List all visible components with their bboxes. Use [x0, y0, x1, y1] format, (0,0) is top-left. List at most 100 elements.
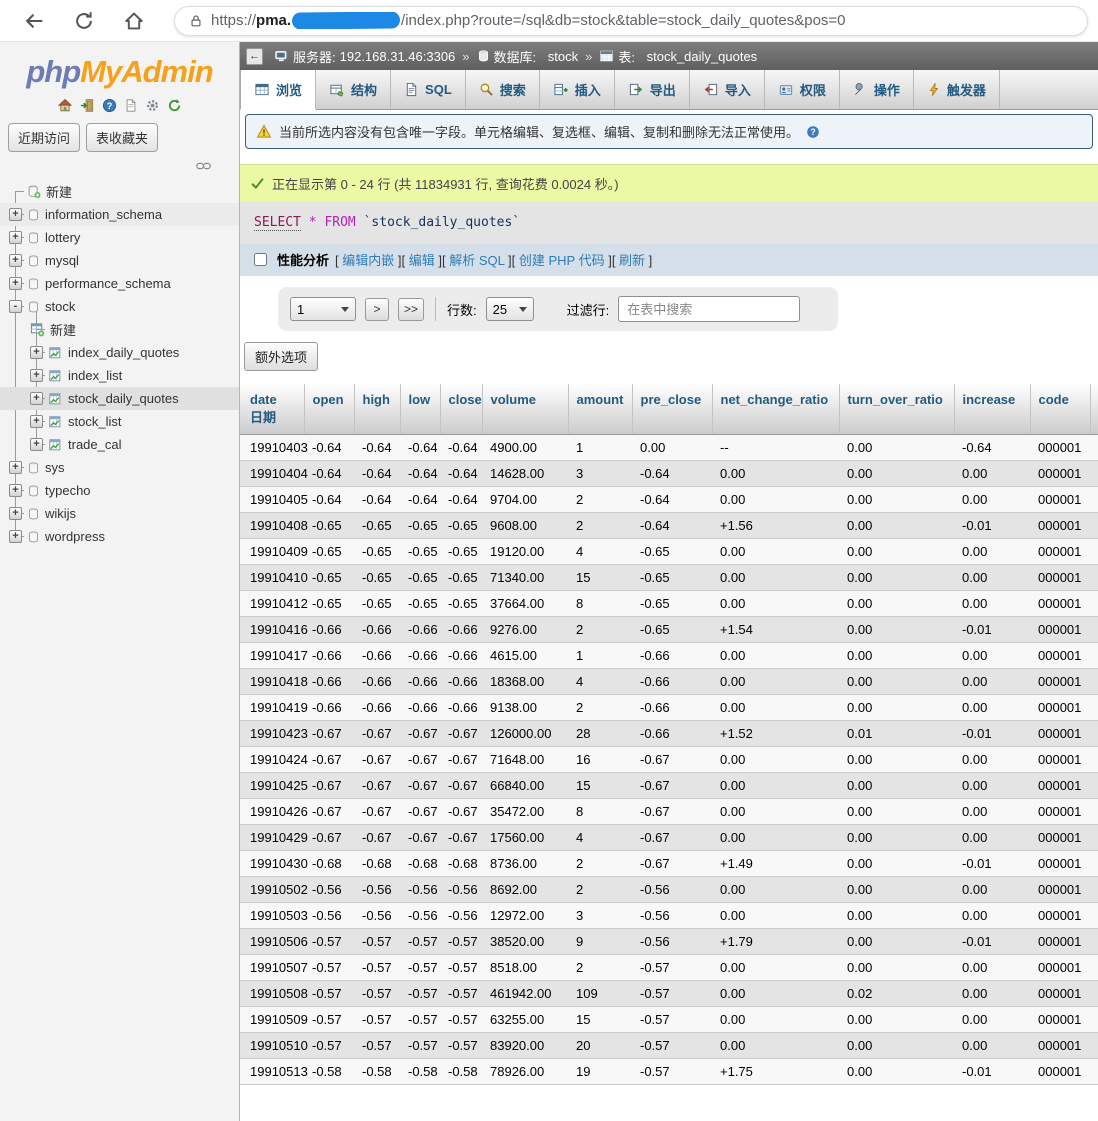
sql-keyword-select[interactable]: SELECT [254, 215, 301, 231]
tree-expander-icon[interactable]: + [30, 346, 43, 359]
query-action-link[interactable]: 编辑 [409, 253, 435, 268]
column-header-turn_over_ratio[interactable]: turn_over_ratio [839, 384, 955, 435]
column-header-amount[interactable]: amount [568, 384, 633, 435]
tree-expander-icon[interactable]: + [9, 507, 22, 520]
table-cell: -0.58 [304, 1058, 354, 1085]
refresh-icon[interactable] [167, 98, 182, 113]
query-action-link[interactable]: 刷新 [619, 253, 645, 268]
query-action-link[interactable]: 解析 SQL [449, 253, 504, 268]
rows-label: 行数: [447, 302, 477, 318]
table-cell: -0.56 [400, 876, 440, 903]
docs-help-icon[interactable]: ? [102, 98, 117, 113]
tab-结构[interactable]: 结构 [316, 70, 392, 109]
column-header-code[interactable]: code [1030, 384, 1091, 435]
column-header-volume[interactable]: volume [482, 384, 569, 435]
table-cell: 19910423 [240, 720, 308, 747]
home-icon[interactable] [57, 98, 73, 113]
tab-插入[interactable]: 插入 [540, 70, 615, 109]
sidebar-item-typecho[interactable]: + typecho [0, 479, 239, 502]
column-header-date[interactable]: date 日期 [240, 384, 305, 435]
favorite-tables-button[interactable]: 表收藏夹 [86, 123, 159, 152]
table-cell: -0.66 [304, 668, 354, 695]
phpmyadmin-logo[interactable]: phpMyAdmin [0, 42, 239, 90]
filter-rows-input[interactable] [618, 296, 801, 322]
sidebar-item-wikijs[interactable]: + wikijs [0, 502, 239, 525]
tree-expander-icon[interactable]: + [9, 231, 22, 244]
tree-expander-icon[interactable]: + [30, 415, 43, 428]
query-action-link[interactable]: 编辑内嵌 [342, 253, 394, 268]
table-cell: 16 [568, 746, 632, 773]
tab-触发器[interactable]: 触发器 [914, 70, 1000, 109]
tab-导出[interactable]: 导出 [615, 70, 690, 109]
table-cell: 000001 [1030, 850, 1090, 877]
tree-expander-icon[interactable]: - [9, 300, 22, 313]
column-header-low[interactable]: low [400, 384, 441, 435]
sidebar-item-新建[interactable]: 新建 [0, 180, 239, 203]
table-cell: -0.64 [440, 486, 482, 513]
help-icon[interactable]: ? [806, 125, 820, 139]
documentation-icon[interactable] [124, 98, 138, 113]
tree-expander-icon[interactable]: + [9, 277, 22, 290]
rows-per-page-select[interactable]: 25 [485, 297, 534, 321]
back-icon[interactable] [22, 9, 46, 33]
profiling-checkbox[interactable] [254, 253, 267, 266]
tree-expander-icon[interactable]: + [30, 369, 43, 382]
table-cell: 19910405 [240, 486, 308, 513]
sidebar-item-performance_schema[interactable]: + performance_schema [0, 272, 239, 295]
sidebar-item-stock[interactable]: - stock [0, 295, 239, 318]
next-page-button[interactable]: > [365, 297, 389, 321]
tab-操作[interactable]: 操作 [840, 70, 914, 109]
tab-SQL[interactable]: SQL [391, 70, 466, 109]
last-page-button[interactable]: >> [398, 297, 425, 321]
table-cell: 19910424 [240, 746, 308, 773]
breadcrumb-database[interactable]: 数据库: stock [477, 47, 578, 66]
sidebar-item-lottery[interactable]: + lottery [0, 226, 239, 249]
column-header-high[interactable]: high [354, 384, 401, 435]
tree-expander-icon[interactable]: + [9, 484, 22, 497]
breadcrumb-server[interactable]: 服务器: 192.168.31.46:3306 [274, 47, 455, 66]
tab-权限[interactable]: 权限 [765, 70, 840, 109]
column-header-increase[interactable]: increase [954, 384, 1031, 435]
query-action-link[interactable]: 创建 PHP 代码 [519, 253, 605, 268]
tree-expander-icon[interactable]: + [30, 438, 43, 451]
column-header-pre_close[interactable]: pre_close [632, 384, 713, 435]
tab-导入[interactable]: 导入 [690, 70, 765, 109]
table-icon [48, 392, 63, 406]
page-select[interactable]: 1 [290, 297, 356, 321]
tab-浏览[interactable]: 浏览 [240, 70, 317, 110]
column-header-open[interactable]: open [304, 384, 355, 435]
table-cell: -0.56 [440, 902, 482, 929]
tree-expander-icon[interactable]: + [9, 208, 22, 221]
reload-icon[interactable] [72, 9, 96, 33]
address-bar[interactable]: https://pma./index.php?route=/sql&db=sto… [174, 5, 1088, 36]
tree-expander-icon[interactable]: + [9, 461, 22, 474]
sidebar-item-stock_list[interactable]: + stock_list [0, 410, 239, 433]
sidebar-item-information_schema[interactable]: + information_schema [0, 203, 239, 226]
sidebar-item-index_list[interactable]: + index_list [0, 364, 239, 387]
collapse-navigation-button[interactable]: ← [246, 47, 263, 65]
table-cell: -0.57 [440, 928, 482, 955]
settings-icon[interactable] [145, 98, 160, 113]
content-area: 当前所选内容没有包含唯一字段。单元格编辑、复选框、编辑、复制和删除无法正常使用。… [240, 110, 1098, 1121]
column-header-net_change_ratio[interactable]: net_change_ratio [712, 384, 840, 435]
table-cell: -0.56 [304, 876, 354, 903]
tab-搜索[interactable]: 搜索 [466, 70, 540, 109]
sidebar-item-sys[interactable]: + sys [0, 456, 239, 479]
home-icon[interactable] [122, 9, 146, 33]
sidebar-item-mysql[interactable]: + mysql [0, 249, 239, 272]
extra-options-button[interactable]: 额外选项 [244, 342, 319, 371]
tree-expander-icon[interactable]: + [9, 254, 22, 267]
sidebar-item-trade_cal[interactable]: + trade_cal [0, 433, 239, 456]
sidebar-item-stock_daily_quotes[interactable]: + stock_daily_quotes [0, 387, 239, 410]
link-panel-icon[interactable] [196, 161, 211, 171]
tree-expander-icon[interactable]: + [30, 392, 43, 405]
exit-icon[interactable] [80, 98, 95, 113]
sidebar-item-index_daily_quotes[interactable]: + index_daily_quotes [0, 341, 239, 364]
sidebar-item-新建[interactable]: 新建 [0, 318, 239, 341]
sidebar-item-wordpress[interactable]: + wordpress [0, 525, 239, 548]
recent-tables-button[interactable]: 近期访问 [8, 123, 81, 152]
column-header-close[interactable]: close [440, 384, 483, 435]
breadcrumb-table[interactable]: 表: stock_daily_quotes [599, 47, 757, 66]
table-cell: 0.00 [839, 746, 954, 773]
tree-expander-icon[interactable]: + [9, 530, 22, 543]
